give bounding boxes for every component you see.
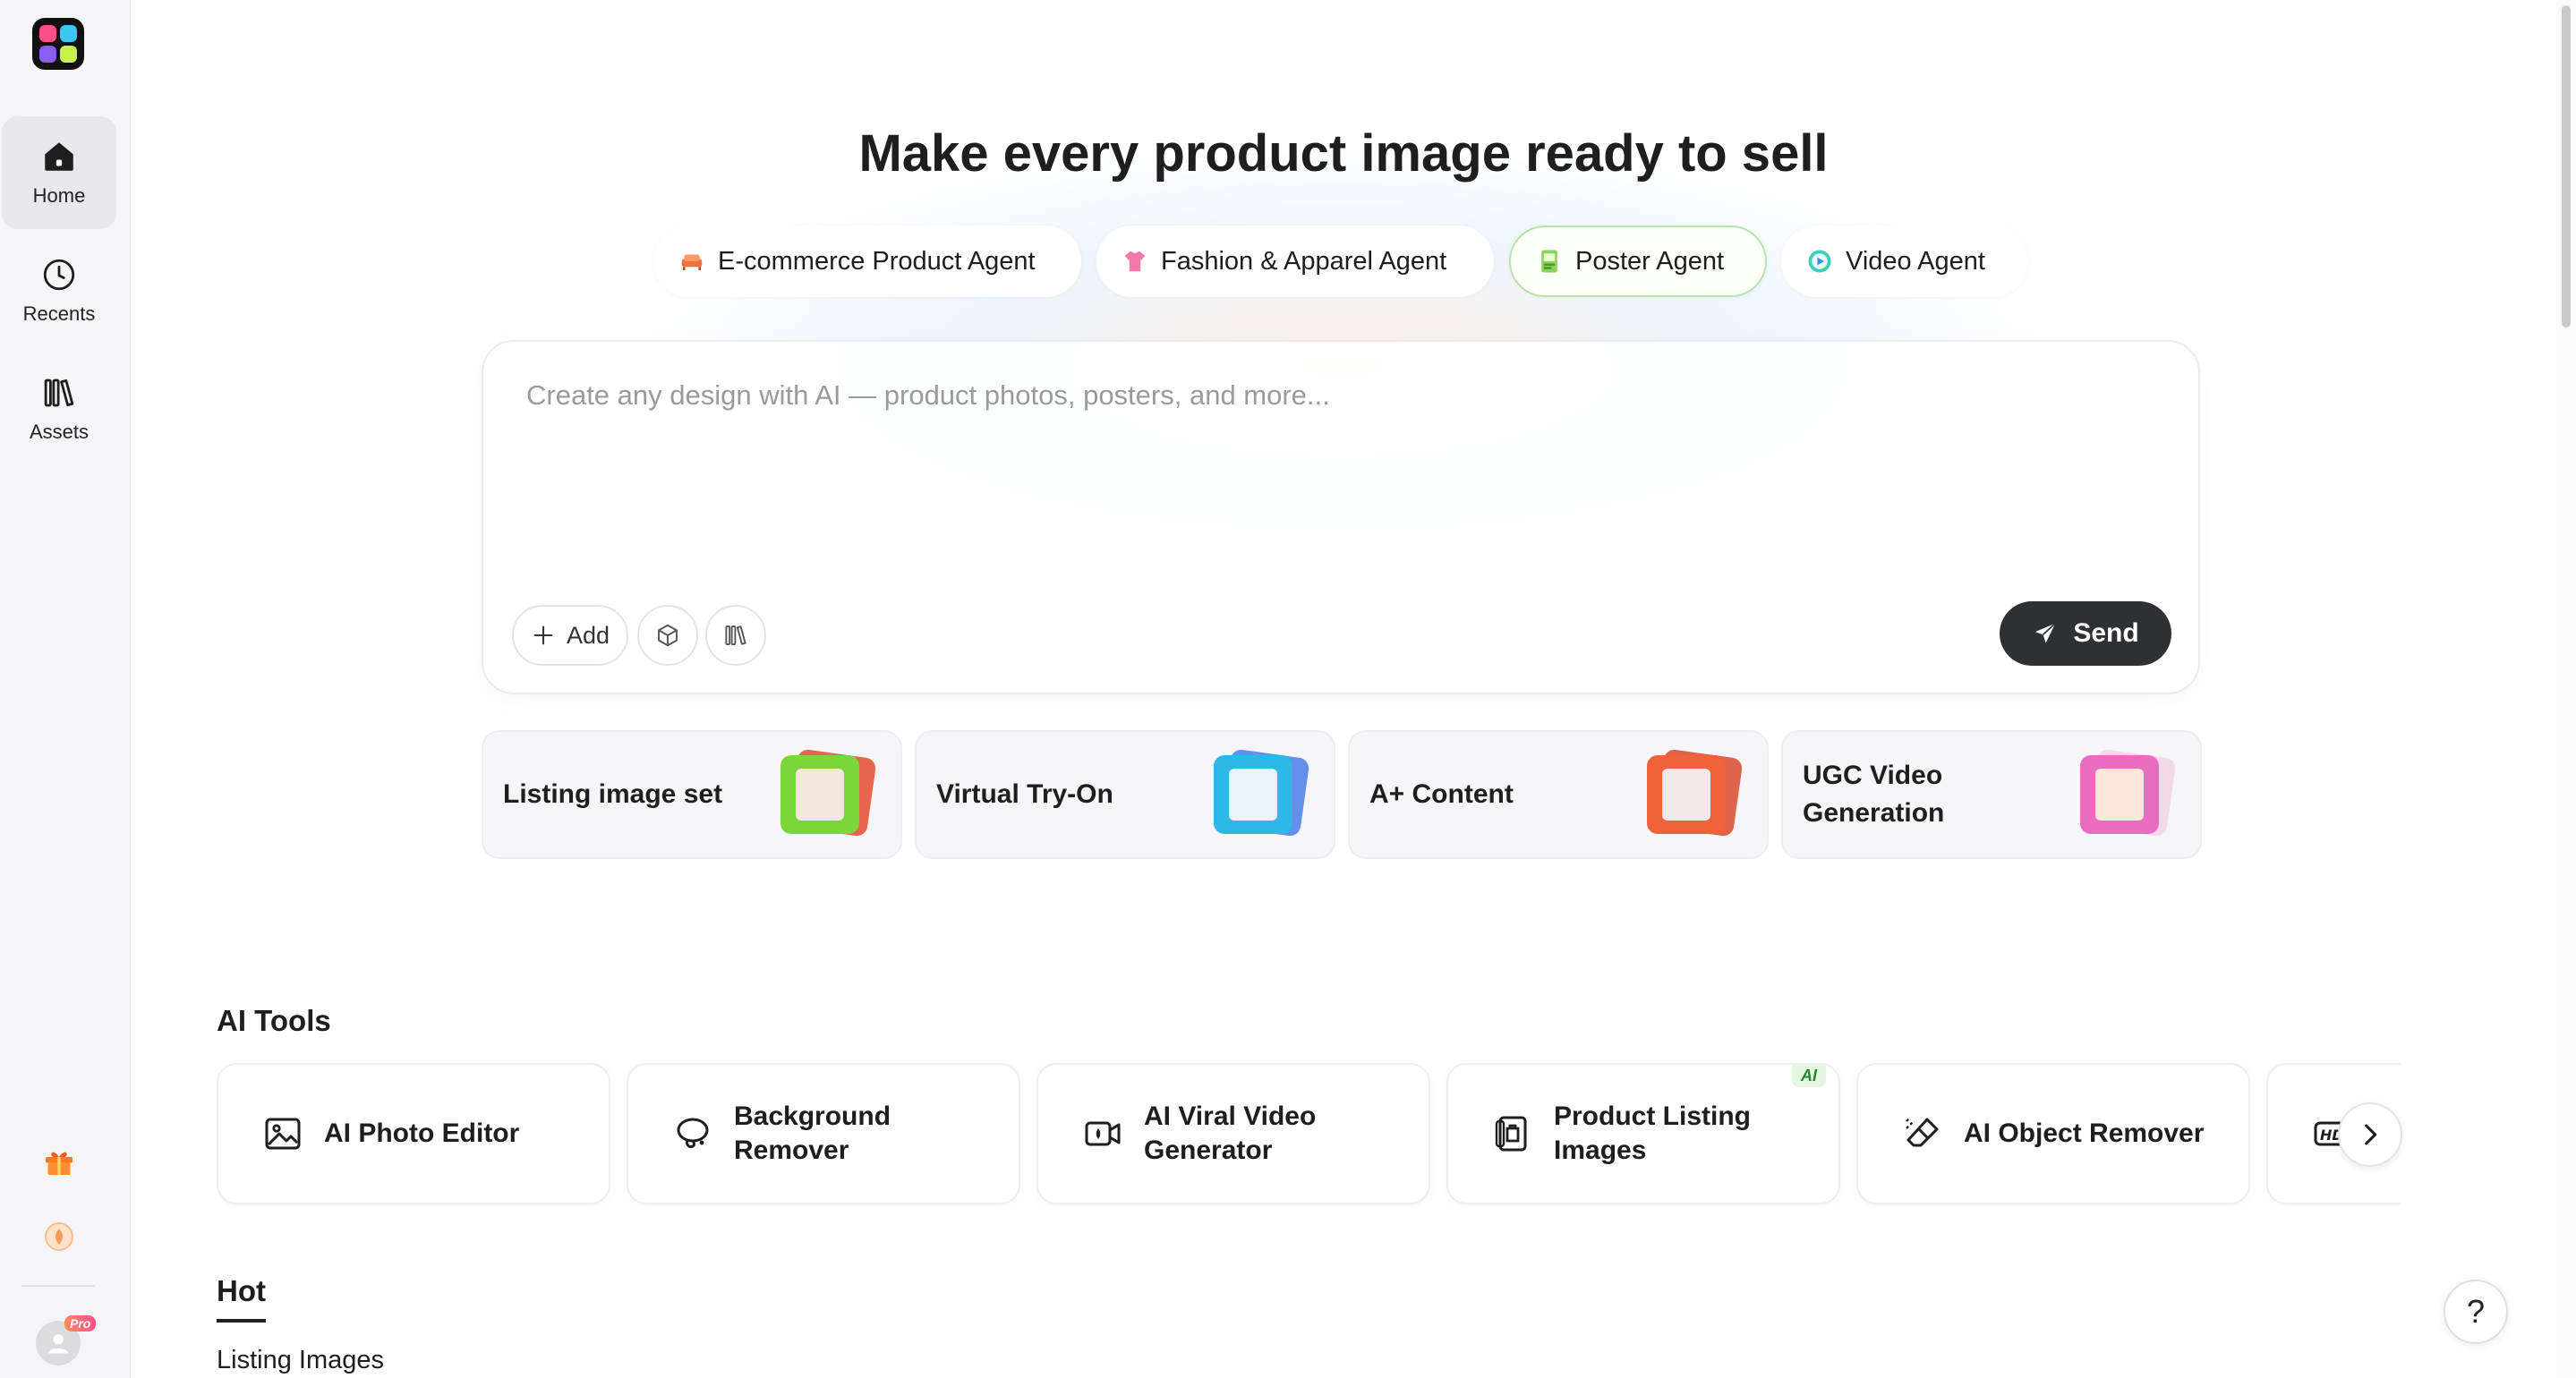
agent-ecommerce-product[interactable]: E-commerce Product Agent	[653, 225, 1081, 297]
quick-action-virtual-try-on[interactable]: Virtual Try-On	[915, 730, 1335, 859]
sidebar-item-assets[interactable]: Assets	[2, 353, 116, 465]
help-button[interactable]: ?	[2444, 1280, 2508, 1344]
tab-hot[interactable]: Hot	[217, 1274, 266, 1323]
video-camera-icon	[1085, 1121, 1121, 1146]
ai-tools-heading: AI Tools	[217, 1004, 331, 1037]
tool-ai-object-remover[interactable]: AI Object Remover	[1856, 1063, 2250, 1204]
quick-action-thumbnail	[1647, 748, 1745, 838]
gift-icon[interactable]	[41, 1144, 77, 1179]
sidebar-item-recents[interactable]: Recents	[2, 234, 116, 347]
listing-images-heading: Listing Images	[217, 1346, 384, 1374]
quick-action-label: UGC Video Generation	[1803, 761, 1945, 828]
tool-label: AI Viral Video Generator	[1144, 1102, 1317, 1165]
add-button[interactable]: Add	[512, 605, 628, 666]
poster-icon	[1536, 248, 1563, 275]
app-logo[interactable]	[32, 18, 84, 70]
ai-tools-row: AI Photo Editor Background Remover AI Vi…	[217, 1063, 2401, 1206]
tool-label: AI Photo Editor	[324, 1119, 520, 1148]
home-icon	[45, 142, 73, 171]
listing-icon	[1495, 1116, 1527, 1152]
pro-badge: Pro	[64, 1315, 97, 1331]
tool-ai-viral-video-generator[interactable]: AI Viral Video Generator	[1036, 1063, 1430, 1204]
scrollbar[interactable]	[2556, 0, 2576, 1378]
quick-action-thumbnail	[1214, 748, 1312, 838]
clock-icon	[43, 259, 75, 291]
page-title: Make every product image ready to sell	[858, 124, 1829, 183]
agent-label: Fashion & Apparel Agent	[1161, 246, 1447, 276]
ai-badge: AI	[1792, 1065, 1826, 1087]
agent-label: Poster Agent	[1575, 246, 1725, 276]
agent-label: Video Agent	[1846, 246, 1985, 276]
send-button[interactable]: Send	[2000, 601, 2171, 666]
sidebar-item-label: Home	[32, 184, 86, 207]
quick-action-a-plus-content[interactable]: A+ Content	[1348, 730, 1769, 859]
sidebar: Home Recents Assets Pro	[0, 0, 131, 1378]
agent-fashion-apparel[interactable]: Fashion & Apparel Agent	[1096, 225, 1494, 297]
quick-action-label: Virtual Try-On	[936, 779, 1113, 809]
photo-edit-icon	[265, 1118, 301, 1150]
play-icon	[1806, 248, 1833, 275]
user-icon	[47, 1334, 69, 1354]
agent-video[interactable]: Video Agent	[1781, 225, 2028, 297]
prompt-input[interactable]	[526, 379, 2155, 412]
sidebar-item-label: Assets	[29, 421, 90, 443]
tool-ai-photo-editor[interactable]: AI Photo Editor	[217, 1063, 610, 1204]
shirt-icon	[1122, 248, 1148, 275]
coin-icon[interactable]	[41, 1219, 77, 1255]
library-icon	[725, 625, 746, 645]
scrollbar-thumb[interactable]	[2562, 5, 2571, 327]
sidebar-divider	[21, 1285, 95, 1287]
add-label: Add	[566, 621, 610, 649]
tools-next-button[interactable]	[2338, 1102, 2402, 1167]
quick-action-thumbnail	[2080, 748, 2179, 838]
quick-action-ugc-video-generation[interactable]: UGC Video Generation	[1781, 730, 2202, 859]
sidebar-item-label: Recents	[22, 302, 96, 325]
chevron-right-icon	[2365, 1124, 2377, 1145]
quick-action-label: A+ Content	[1369, 779, 1514, 809]
cube-icon	[658, 624, 678, 647]
sidebar-item-home[interactable]: Home	[2, 116, 116, 229]
assets-library-button[interactable]	[705, 605, 766, 666]
product-3d-button[interactable]	[637, 605, 698, 666]
send-label: Send	[2073, 618, 2139, 648]
sofa-icon	[678, 248, 705, 275]
quick-action-listing-image-set[interactable]: Listing image set	[482, 730, 902, 859]
library-icon	[44, 379, 74, 407]
tool-label: Product Listing Images	[1554, 1102, 1751, 1165]
agent-poster[interactable]: Poster Agent	[1509, 225, 1767, 297]
quick-action-label: Listing image set	[503, 779, 723, 809]
agent-label: E-commerce Product Agent	[718, 246, 1036, 276]
plus-icon	[533, 625, 553, 645]
send-icon	[2035, 623, 2057, 643]
tool-product-listing-images[interactable]: Product Listing Images AI	[1446, 1063, 1840, 1204]
quick-action-thumbnail	[780, 748, 879, 838]
lasso-icon	[677, 1118, 709, 1148]
tool-background-remover[interactable]: Background Remover	[627, 1063, 1020, 1204]
tool-label: AI Object Remover	[1964, 1119, 2205, 1148]
eraser-icon	[1906, 1117, 1939, 1147]
prompt-box: Add Send	[482, 340, 2200, 694]
tool-label: Background Remover	[734, 1102, 891, 1165]
